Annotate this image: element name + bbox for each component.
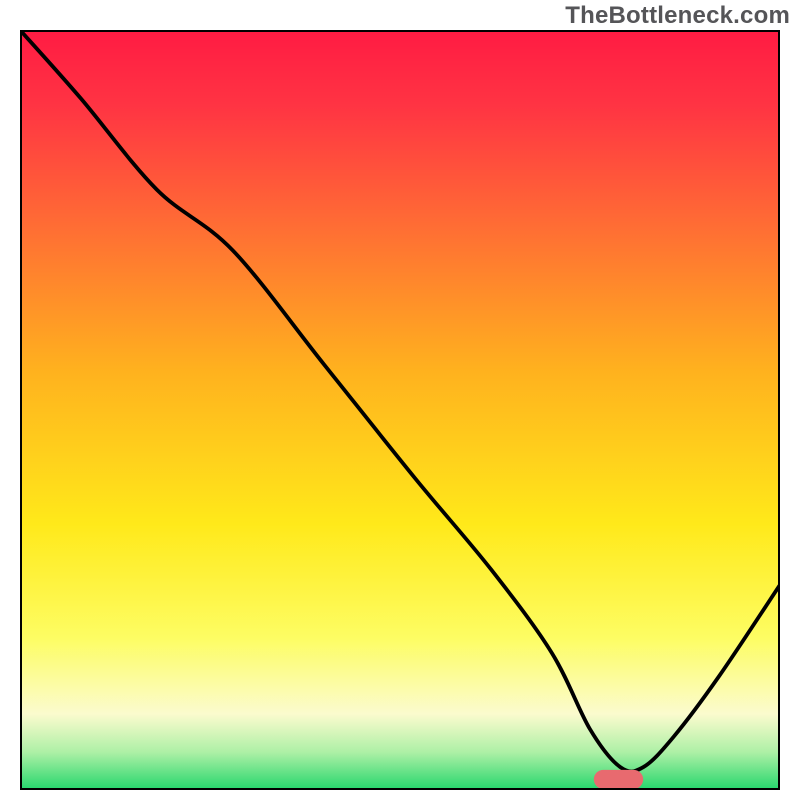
watermark-text: TheBottleneck.com	[565, 2, 790, 30]
plot-svg	[20, 30, 780, 790]
chart-container: TheBottleneck.com	[0, 0, 800, 800]
plot-frame	[20, 30, 780, 790]
gradient-background	[20, 30, 780, 790]
optimal-range-marker	[594, 770, 643, 789]
